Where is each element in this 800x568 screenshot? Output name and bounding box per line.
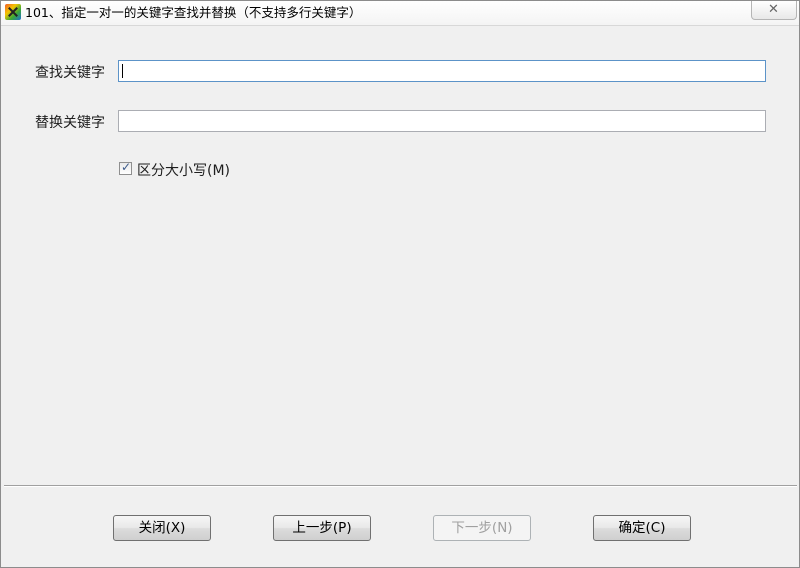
- window-title: 101、指定一对一的关键字查找并替换（不支持多行关键字）: [25, 5, 362, 20]
- window-close-button[interactable]: ✕: [751, 1, 797, 20]
- confirm-button[interactable]: 确定(C): [593, 515, 691, 541]
- replace-keyword-label: 替换关键字: [35, 115, 105, 131]
- next-step-button[interactable]: 下一步(N): [433, 515, 531, 541]
- replace-keyword-input[interactable]: [118, 110, 766, 132]
- title-bar[interactable]: 101、指定一对一的关键字查找并替换（不支持多行关键字） ✕: [1, 1, 799, 26]
- app-icon: [5, 4, 21, 20]
- close-icon: ✕: [768, 2, 779, 17]
- previous-step-button[interactable]: 上一步(P): [273, 515, 371, 541]
- checkmark-icon: ✓: [121, 160, 132, 174]
- case-sensitive-checkbox[interactable]: ✓: [119, 160, 132, 175]
- dialog-window: 101、指定一对一的关键字查找并替换（不支持多行关键字） ✕ 查找关键字 替换关…: [0, 0, 800, 568]
- close-button[interactable]: 关闭(X): [113, 515, 211, 541]
- find-keyword-label: 查找关键字: [35, 65, 105, 81]
- find-keyword-input[interactable]: [118, 60, 766, 82]
- case-sensitive-label[interactable]: 区分大小写(M): [137, 160, 230, 180]
- text-caret: [122, 64, 123, 78]
- footer-separator: [4, 485, 797, 487]
